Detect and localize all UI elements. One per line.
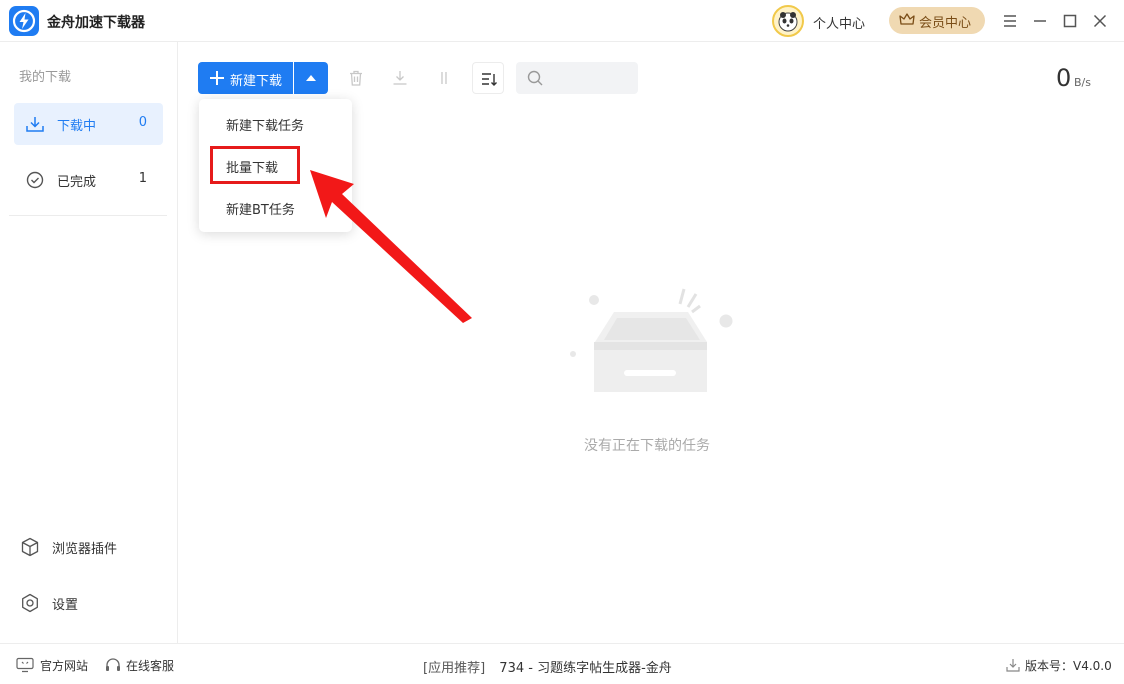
caret-up-icon	[306, 75, 316, 81]
start-button[interactable]	[384, 62, 416, 94]
sidebar-item-count: 1	[138, 171, 147, 186]
gear-icon	[20, 593, 40, 617]
sidebar-item-downloading[interactable]: 下载中 0	[14, 103, 163, 145]
close-icon[interactable]	[1091, 12, 1109, 30]
plus-icon	[209, 70, 225, 90]
download-speed-unit: B/s	[1074, 76, 1091, 89]
promo-text: 734 - 习题练字帖生成器-金舟	[499, 661, 672, 676]
download-icon	[1005, 657, 1021, 676]
sidebar-heading: 我的下载	[19, 70, 72, 85]
download-speed-value: 0	[1056, 64, 1072, 92]
version-info: 版本号：V4.0.0	[1005, 656, 1117, 674]
sidebar-item-browser-plugin[interactable]: 浏览器插件	[20, 535, 170, 559]
app-logo-icon	[9, 6, 39, 36]
version-label: 版本号：V4.0.0	[1025, 659, 1112, 673]
minimize-icon[interactable]	[1031, 12, 1049, 30]
new-download-label: 新建下载	[230, 74, 283, 89]
avatar[interactable]	[772, 5, 804, 37]
pause-icon	[441, 72, 447, 84]
sidebar-item-label: 已完成	[57, 175, 97, 190]
online-support-link[interactable]: 在线客服	[104, 656, 184, 674]
official-website-label: 官方网站	[40, 659, 89, 673]
sort-icon	[482, 73, 497, 86]
empty-state-message: 没有正在下载的任务	[584, 438, 710, 454]
promo-tag: [应用推荐]	[423, 661, 486, 676]
crown-icon	[899, 13, 915, 31]
sidebar: 我的下载 下载中 0 已完成 1 浏览器插件 设置	[0, 42, 178, 643]
menu-item-new-task[interactable]: 新建下载任务	[226, 115, 304, 134]
monitor-icon	[16, 657, 34, 676]
headset-icon	[104, 657, 122, 676]
online-support-label: 在线客服	[126, 659, 175, 673]
sidebar-item-label: 设置	[52, 598, 79, 613]
download-icon	[393, 71, 407, 85]
download-icon	[25, 115, 45, 137]
cube-icon	[20, 537, 40, 561]
sidebar-item-label: 浏览器插件	[52, 542, 118, 557]
sidebar-item-label: 下载中	[57, 119, 97, 134]
vip-center-button[interactable]: 会员中心	[889, 7, 985, 34]
search-icon	[526, 69, 544, 91]
menu-icon[interactable]	[1001, 12, 1019, 30]
annotation-arrow-icon	[310, 170, 472, 323]
app-title: 金舟加速下载器	[47, 15, 145, 31]
menu-item-new-bt-task[interactable]: 新建BT任务	[226, 199, 295, 218]
sidebar-item-settings[interactable]: 设置	[20, 591, 170, 615]
highlight-box	[210, 146, 300, 184]
official-website-link[interactable]: 官方网站	[16, 656, 96, 674]
empty-box-icon	[570, 288, 733, 392]
pause-button[interactable]	[428, 62, 460, 94]
maximize-icon[interactable]	[1061, 12, 1079, 30]
delete-button[interactable]	[340, 62, 372, 94]
title-bar: 金舟加速下载器 个人中心 会员中心	[0, 0, 1124, 42]
vip-center-label: 会员中心	[919, 16, 972, 31]
new-download-button[interactable]: 新建下载	[198, 62, 293, 94]
sort-button[interactable]	[472, 62, 504, 94]
app-recommendation[interactable]: [应用推荐] 734 - 习题练字帖生成器-金舟	[423, 657, 672, 676]
sidebar-divider	[9, 215, 167, 216]
sidebar-item-completed[interactable]: 已完成 1	[14, 159, 163, 201]
new-download-dropdown-toggle[interactable]	[294, 62, 328, 94]
footer: 官方网站 在线客服 [应用推荐] 734 - 习题练字帖生成器-金舟 版本号：V…	[0, 643, 1124, 684]
trash-icon	[350, 70, 362, 86]
check-circle-icon	[25, 171, 45, 195]
profile-center-link[interactable]: 个人中心	[813, 13, 865, 32]
sidebar-item-count: 0	[138, 115, 147, 130]
